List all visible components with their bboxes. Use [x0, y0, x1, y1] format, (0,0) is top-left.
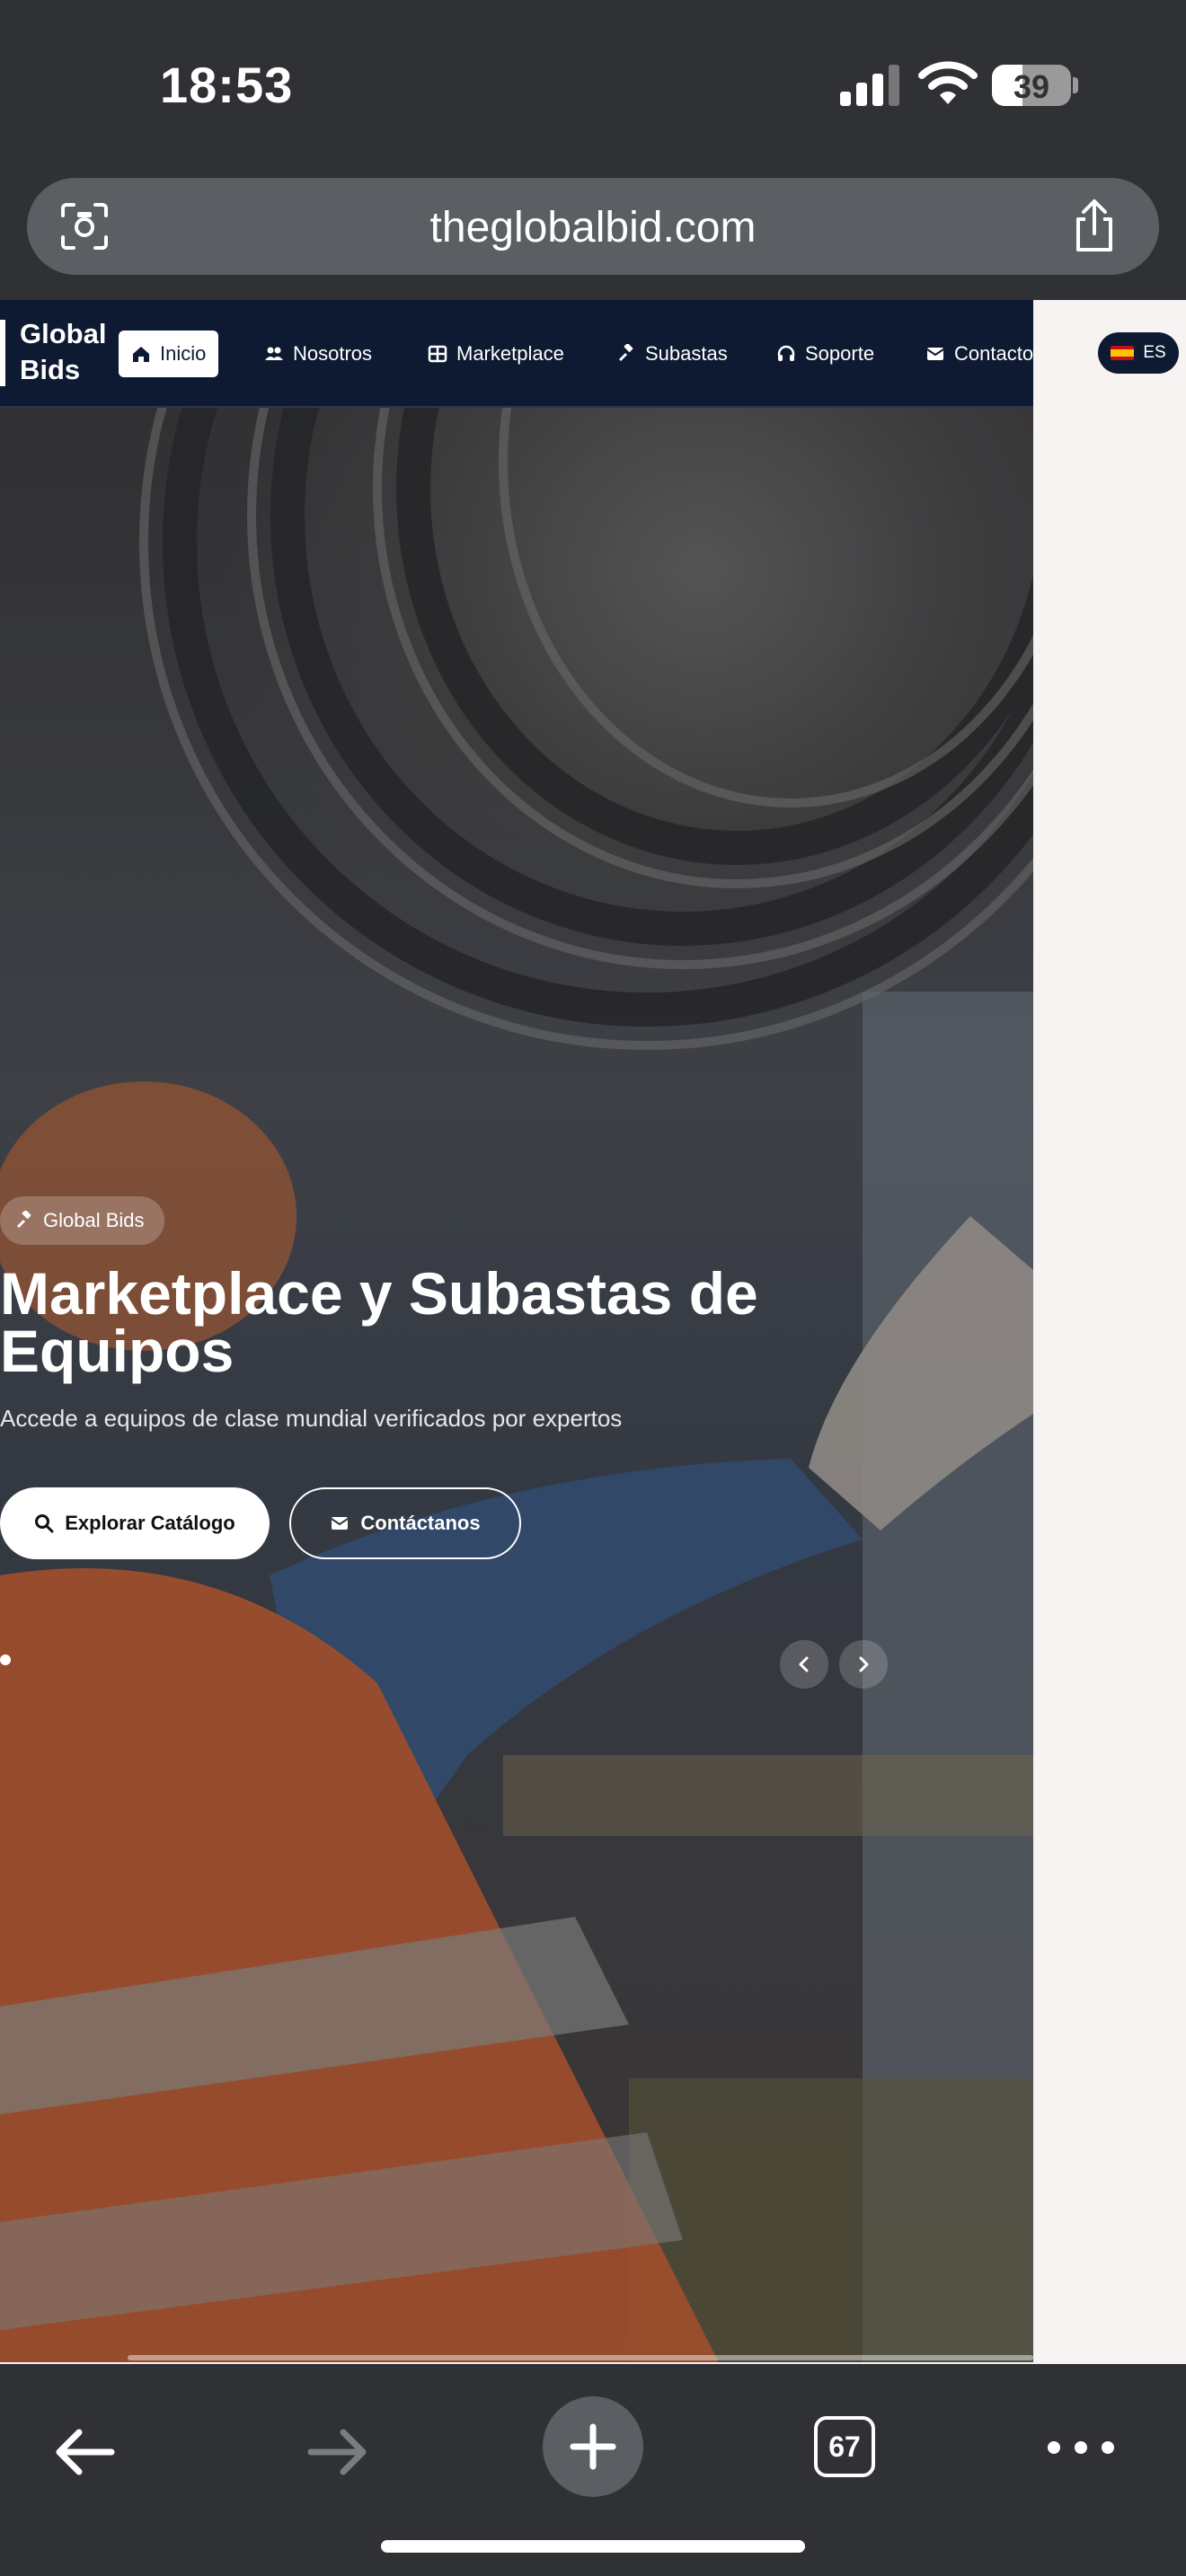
- users-icon: [265, 347, 283, 360]
- contact-us-button[interactable]: Contáctanos: [289, 1487, 521, 1559]
- contact-us-label: Contáctanos: [360, 1512, 481, 1534]
- spain-flag-icon: [1111, 346, 1135, 360]
- nav-label: Subastas: [645, 342, 728, 365]
- search-icon: [35, 1514, 54, 1533]
- badge-label: Global Bids: [43, 1209, 145, 1231]
- clock: 18:53: [160, 57, 294, 113]
- gavel-icon: [619, 344, 633, 361]
- back-arrow-icon[interactable]: [49, 2416, 120, 2488]
- plus-icon: [570, 2423, 616, 2470]
- nav-label: Contacto: [954, 342, 1033, 365]
- share-icon[interactable]: [1069, 198, 1120, 255]
- carousel-dot[interactable]: [0, 1654, 11, 1665]
- nav-inicio[interactable]: Inicio: [119, 331, 219, 377]
- site-logo[interactable]: Global Bids: [20, 316, 119, 388]
- cellular-signal-icon: [840, 63, 899, 106]
- battery-percentage: 39: [1013, 68, 1050, 105]
- hero-badge: Global Bids: [0, 1196, 164, 1245]
- nav-nosotros[interactable]: Nosotros: [252, 331, 385, 377]
- hero-overlay: [0, 408, 1033, 2362]
- nav-label: Nosotros: [293, 342, 373, 365]
- grid-icon: [428, 345, 447, 363]
- nav-soporte[interactable]: Soporte: [764, 331, 887, 377]
- language-selector[interactable]: ES: [1098, 332, 1179, 374]
- battery-icon: 39: [992, 65, 1071, 106]
- logo-line1: Global: [20, 318, 107, 349]
- url-text[interactable]: theglobalbid.com: [27, 203, 1159, 252]
- nav-subastas[interactable]: Subastas: [604, 331, 740, 377]
- explore-catalog-label: Explorar Catálogo: [65, 1512, 235, 1534]
- horizontal-scroll-indicator: [128, 2355, 1033, 2360]
- home-indicator: [381, 2540, 805, 2553]
- nav-label: Soporte: [805, 342, 875, 365]
- gavel-icon: [17, 1211, 31, 1228]
- hero-title: Marketplace y Subastas de Equipos: [0, 1260, 758, 1384]
- hero-section: Global Bids Marketplace y Subastas de Eq…: [0, 408, 1033, 2362]
- new-tab-button[interactable]: [543, 2396, 643, 2497]
- hero-subtitle: Accede a equipos de clase mundial verifi…: [0, 1405, 623, 1432]
- nav-marketplace[interactable]: Marketplace: [415, 331, 577, 377]
- logo-line2: Bids: [20, 354, 81, 385]
- more-options-icon[interactable]: [1048, 2441, 1114, 2454]
- address-bar[interactable]: theglobalbid.com: [27, 178, 1159, 275]
- logo-mark: [0, 320, 5, 386]
- chevron-left-icon: [799, 1656, 809, 1672]
- webpage-viewport: Global Bids Inicio Nosotros Marketplace …: [0, 300, 1186, 2364]
- language-code: ES: [1143, 343, 1166, 362]
- battery-tip: [1073, 77, 1078, 93]
- site-navbar: Global Bids Inicio Nosotros Marketplace …: [0, 300, 1033, 408]
- explore-catalog-button[interactable]: Explorar Catálogo: [0, 1487, 270, 1559]
- forward-arrow-icon[interactable]: [302, 2416, 374, 2488]
- nav-label: Inicio: [160, 342, 207, 365]
- home-icon: [133, 347, 149, 362]
- envelope-icon: [331, 1517, 349, 1530]
- tab-switcher-button[interactable]: 67: [814, 2416, 875, 2477]
- chevron-right-icon: [859, 1656, 869, 1672]
- carousel-prev-button[interactable]: [780, 1640, 828, 1689]
- headset-icon: [777, 345, 795, 361]
- status-bar: 18:53 39: [0, 0, 1186, 171]
- carousel-next-button[interactable]: [839, 1640, 888, 1689]
- envelope-icon: [926, 348, 944, 360]
- nav-contacto[interactable]: Contacto: [913, 331, 1033, 377]
- browser-toolbar: 67: [0, 2364, 1186, 2576]
- wifi-icon: [918, 61, 978, 104]
- nav-label: Marketplace: [456, 342, 564, 365]
